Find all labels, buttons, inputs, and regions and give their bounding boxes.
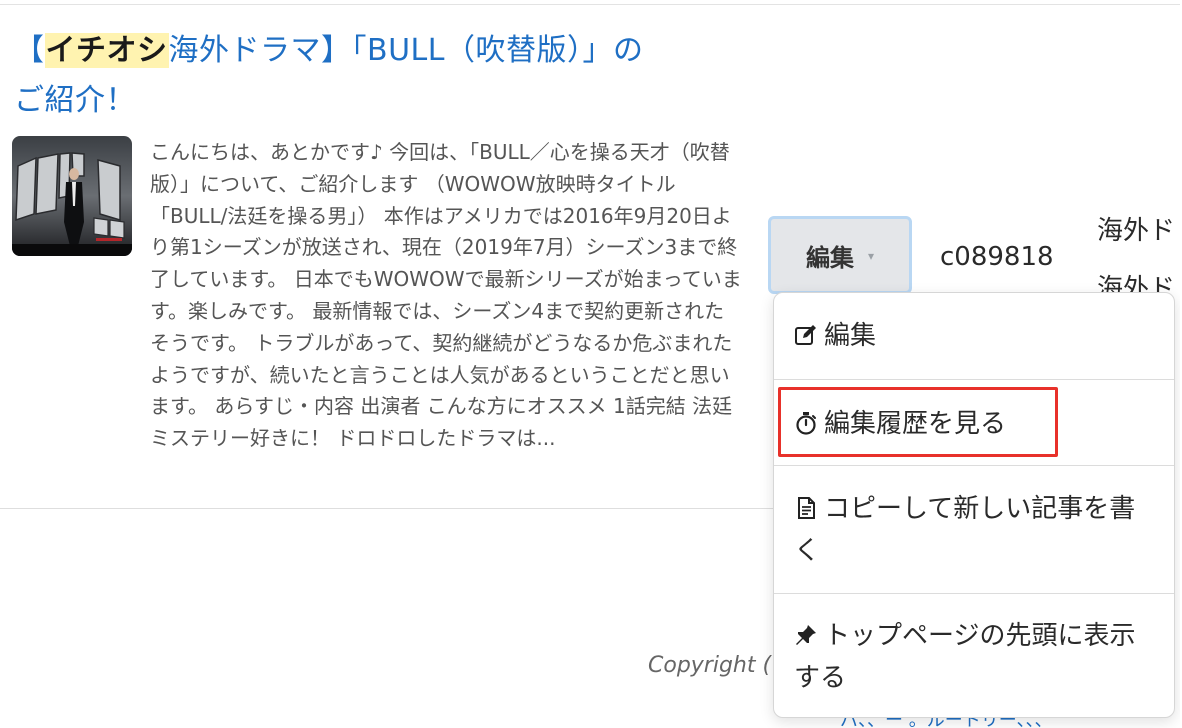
chevron-down-icon: ▾ [867,249,875,263]
author-id: c089818 [940,242,1054,272]
article-thumbnail[interactable] [12,136,132,256]
article-excerpt: こんにちは、あとかです♪ 今回は、「BULL／心を操る天才（吹替版）」について、… [150,140,742,451]
menu-item-edit-label: 編集 [824,321,877,351]
menu-item-edit[interactable]: 編集 [774,315,1174,357]
top-divider [0,4,1182,5]
pin-icon [794,618,820,645]
category-label-1[interactable]: 海外ド [1097,210,1175,247]
menu-item-history[interactable]: 編集履歴を見る [774,403,1174,445]
menu-divider [774,379,1174,380]
edit-button-label: 編集 [805,243,854,272]
article-divider [0,508,775,509]
menu-item-pin-label: トップページの先頭に表示する [794,621,1136,693]
stopwatch-icon [794,406,820,435]
title-text-line2: ご紹介！ [14,83,136,118]
title-bracket: 【 [14,33,45,68]
edit-dropdown-button[interactable]: 編集 ▾ [768,216,912,294]
bull-poster-thumbnail [12,136,132,256]
pencil-square-icon [794,318,820,345]
title-text-line1: 海外ドラマ】「BULL（吹替版）」の [168,33,644,68]
menu-item-copy-label: コピーして新しい記事を書く [794,494,1136,566]
menu-item-pin-top[interactable]: トップページの先頭に表示する [774,615,1174,699]
article-title-link[interactable]: 【イチオシ海外ドラマ】「BULL（吹替版）」の ご紹介！ [14,26,744,126]
menu-divider [774,465,1174,466]
menu-item-history-label: 編集履歴を見る [824,409,1007,439]
edit-dropdown-menu: 編集 編集履歴を見る コピーして新しい記事を書く トップページの先頭に表示する [773,292,1175,718]
menu-item-copy-new-article[interactable]: コピーして新しい記事を書く [774,488,1174,572]
footer-copyright: Copyright ( [648,653,772,678]
menu-divider [774,593,1174,594]
document-icon [794,491,820,519]
title-highlight-mark: イチオシ [44,33,169,68]
